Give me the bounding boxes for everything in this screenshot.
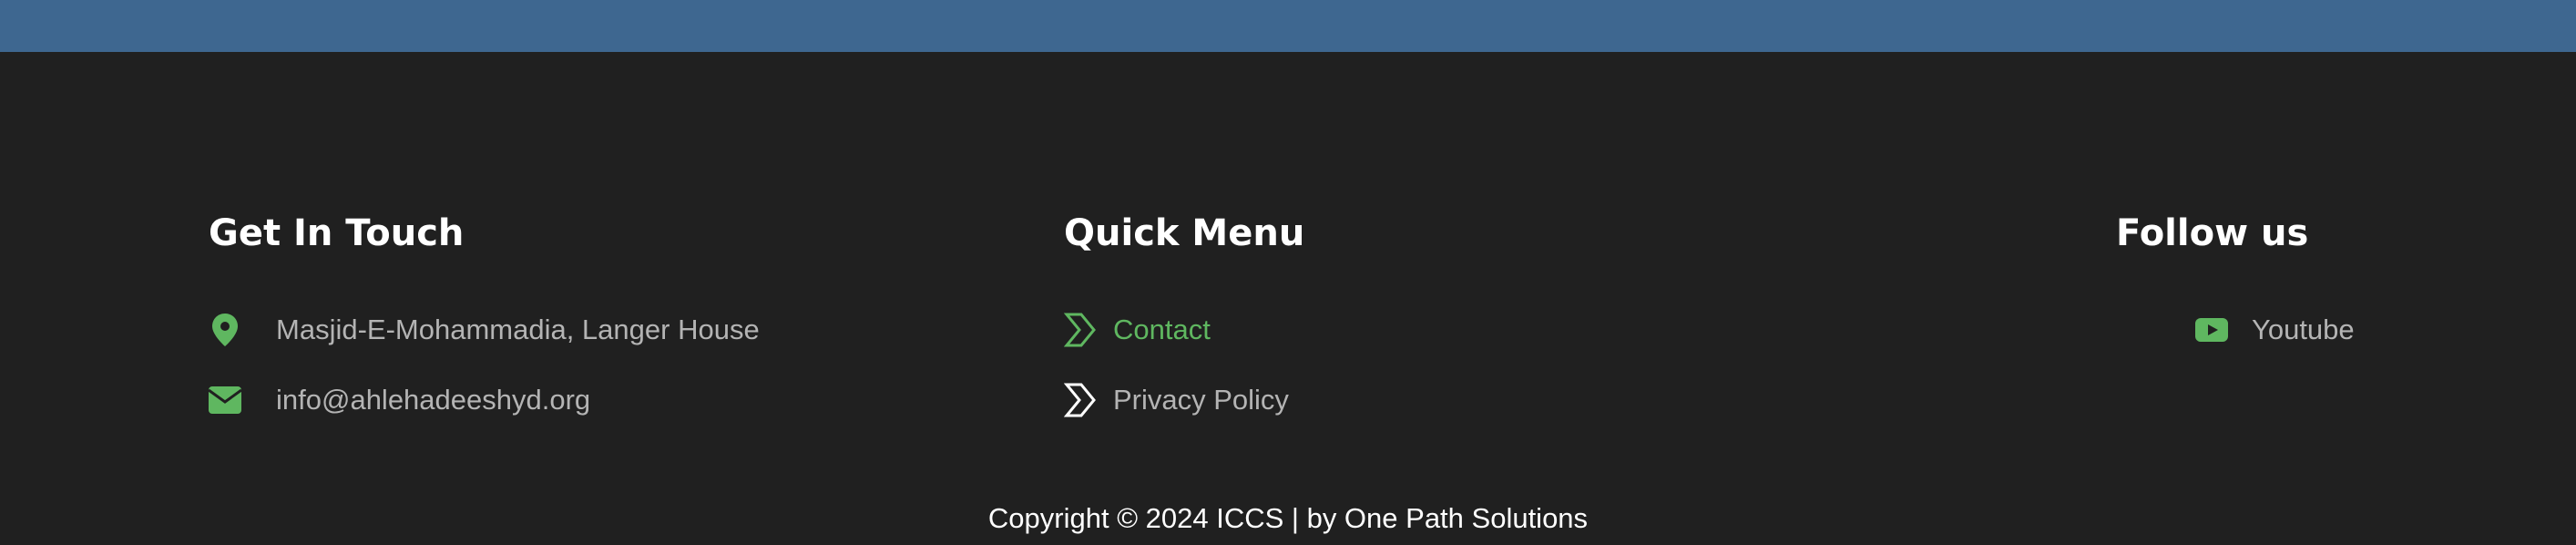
copyright-text: Copyright © 2024 ICCS | by One Path Solu…	[987, 502, 1589, 534]
social-link-label[interactable]: Youtube	[2252, 314, 2355, 346]
contact-heading: Get In Touch	[209, 212, 465, 254]
youtube-icon	[2195, 318, 2228, 342]
chevron-right-icon	[1064, 382, 1097, 418]
social-link-youtube[interactable]: Youtube	[2195, 312, 2355, 348]
contact-address: Masjid-E-Mohammadia, Langer House	[209, 312, 760, 348]
site-footer: Get In Touch Masjid-E-Mohammadia, Langer…	[0, 52, 2576, 545]
envelope-icon	[209, 386, 241, 414]
quick-menu-heading: Quick Menu	[1064, 212, 1305, 254]
quick-menu-link-label[interactable]: Contact	[1113, 314, 1211, 346]
social-heading: Follow us	[2116, 212, 2309, 254]
quick-menu-link-privacy-policy[interactable]: Privacy Policy	[1064, 382, 1289, 418]
contact-email-text[interactable]: info@ahlehadeeshyd.org	[276, 384, 590, 416]
chevron-right-icon	[1064, 312, 1097, 348]
contact-email[interactable]: info@ahlehadeeshyd.org	[209, 382, 590, 418]
top-color-band	[0, 0, 2576, 52]
map-marker-icon	[209, 312, 241, 348]
contact-address-text: Masjid-E-Mohammadia, Langer House	[276, 314, 760, 345]
quick-menu-link-contact[interactable]: Contact	[1064, 312, 1211, 348]
quick-menu-link-label[interactable]: Privacy Policy	[1113, 384, 1289, 416]
